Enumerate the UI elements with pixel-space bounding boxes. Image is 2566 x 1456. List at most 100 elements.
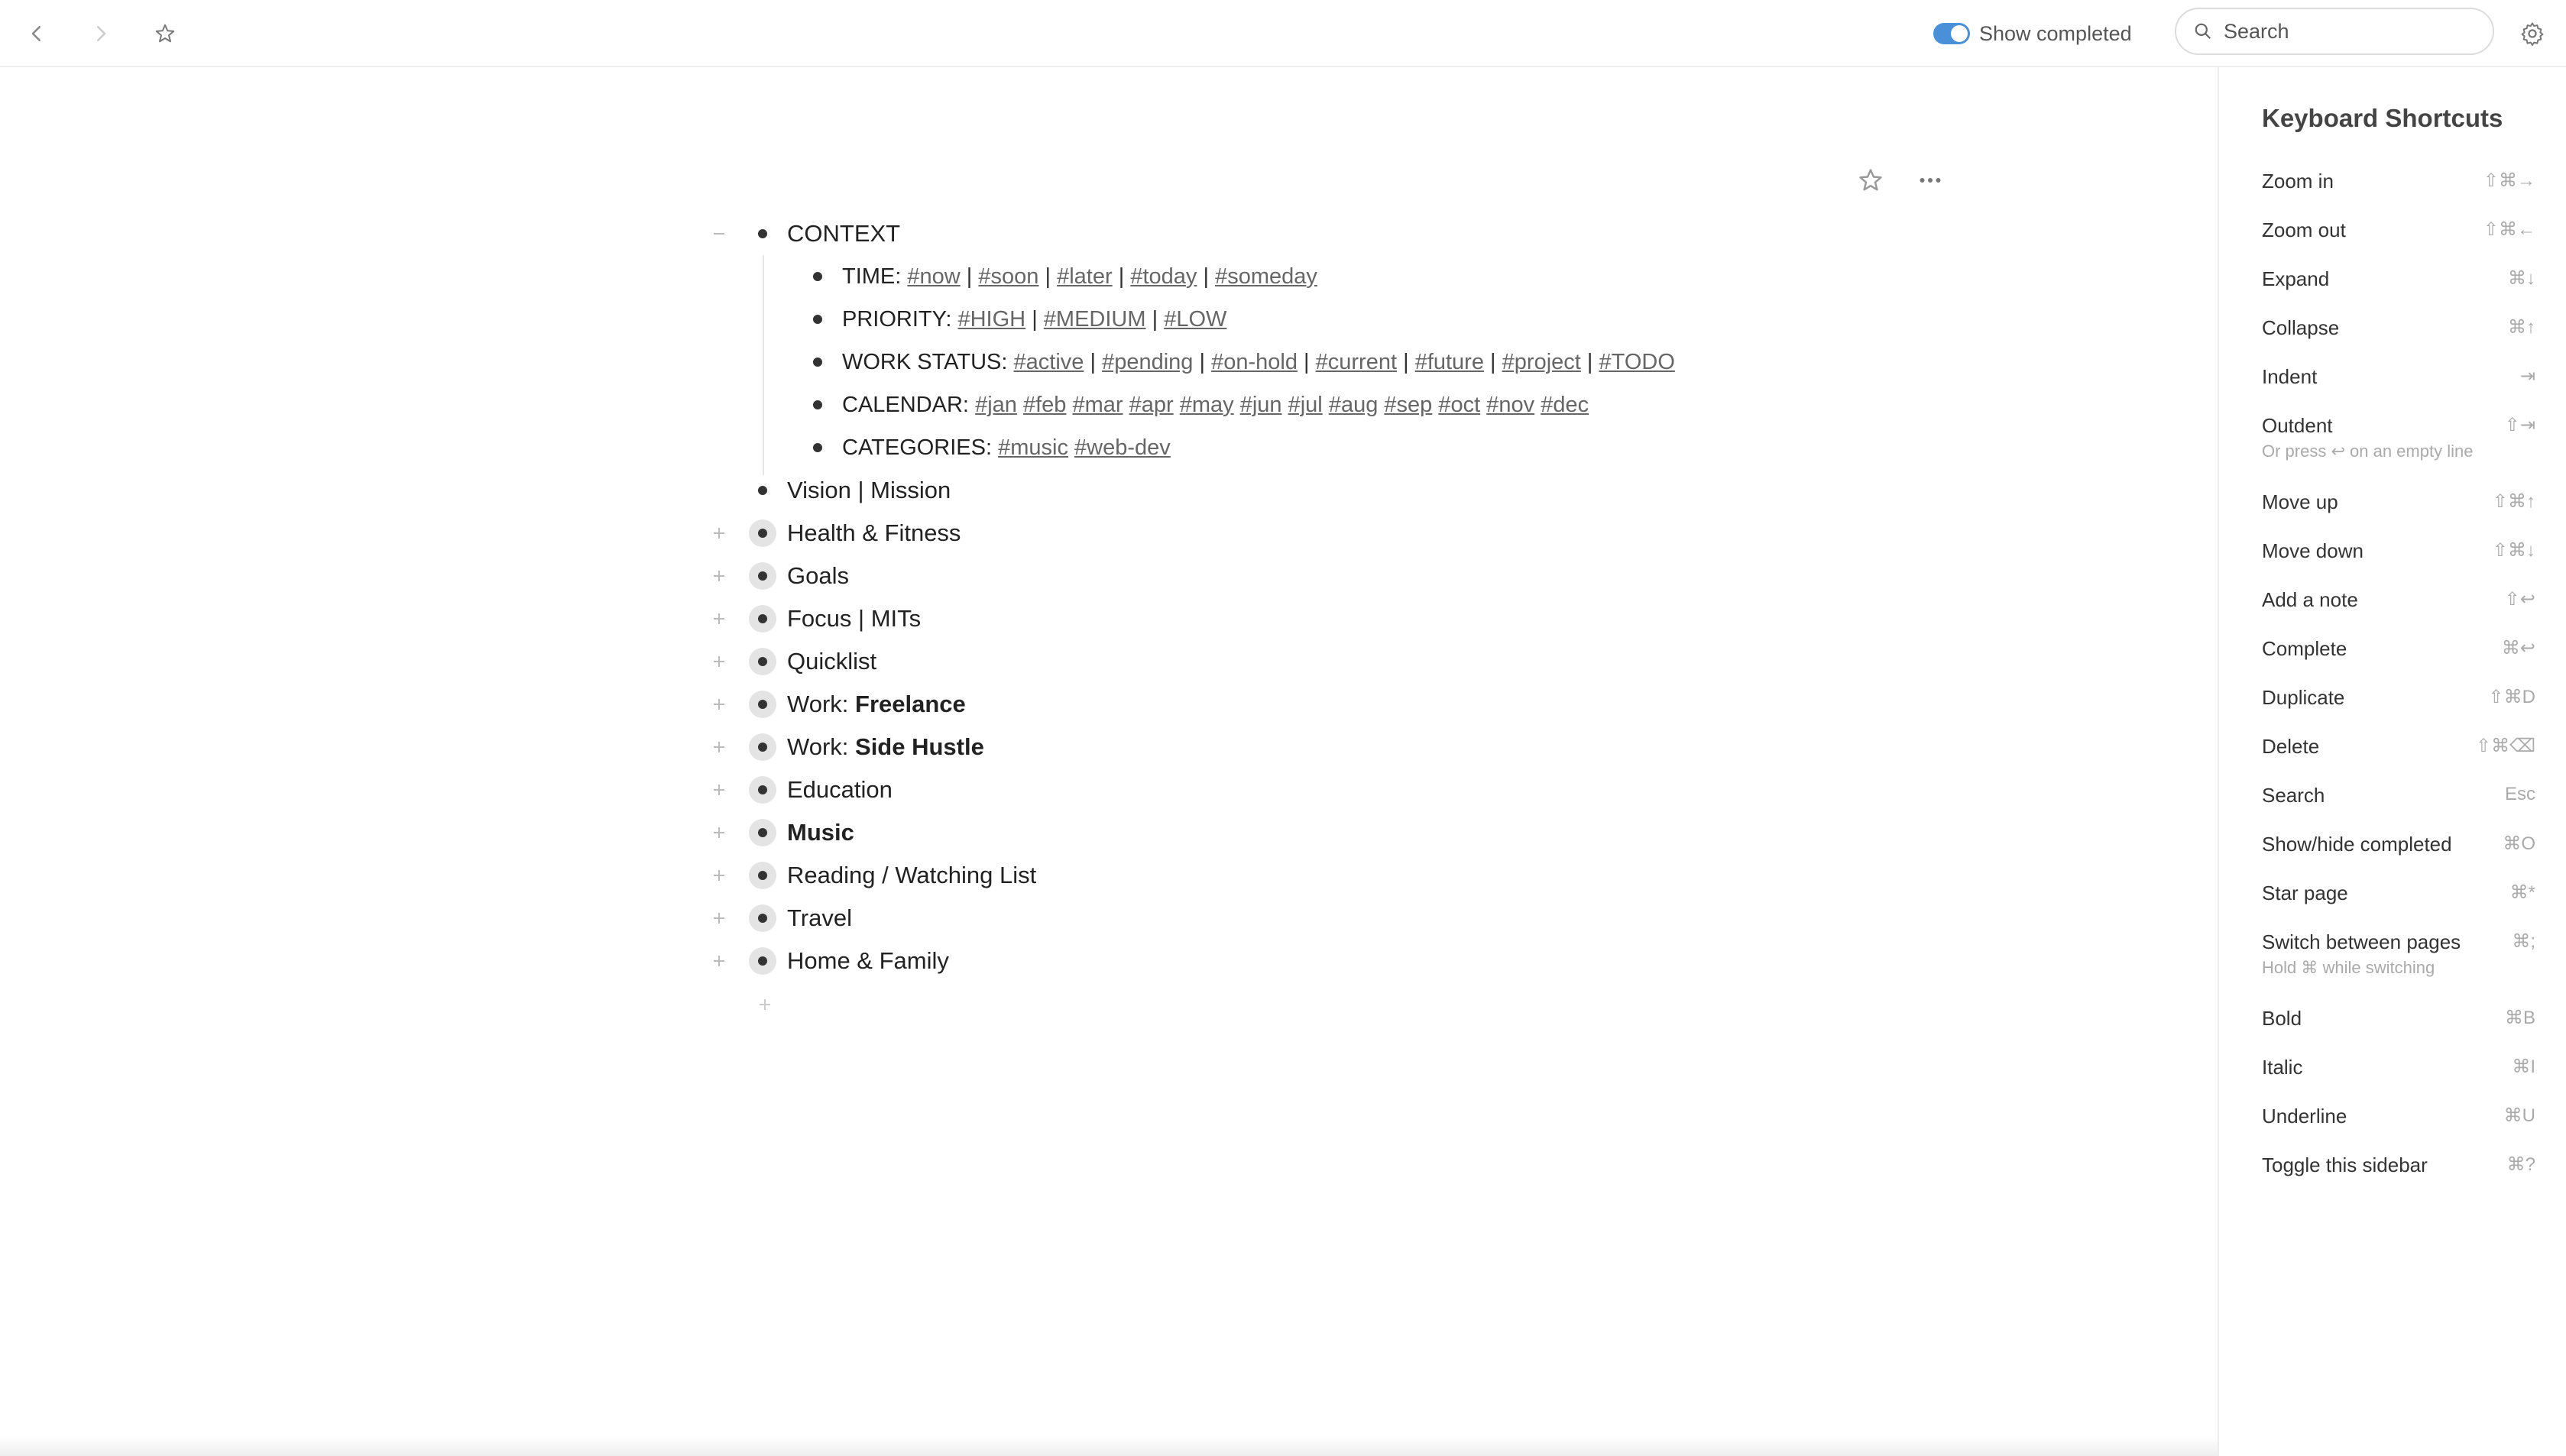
item-text[interactable]: Health & Fitness <box>787 519 961 547</box>
bullet-collapsed[interactable] <box>749 648 776 675</box>
tag-link[interactable]: #now <box>907 264 960 289</box>
tag-link[interactable]: #future <box>1415 350 1484 374</box>
tag-link[interactable]: #current <box>1316 350 1397 374</box>
expand-toggle[interactable] <box>711 910 727 927</box>
outline-item-priority: PRIORITY: #HIGH | #MEDIUM | #LOW <box>711 298 1857 341</box>
settings-button[interactable] <box>2514 15 2551 52</box>
bullet-collapsed[interactable] <box>749 819 776 846</box>
item-text[interactable]: TIME: #now | #soon | #later | #today | #… <box>842 264 1317 290</box>
star-page-button[interactable] <box>147 15 183 52</box>
item-text[interactable]: Work: Freelance <box>787 691 966 718</box>
item-text[interactable]: CONTEXT <box>787 220 900 248</box>
star-icon <box>155 24 175 43</box>
bullet-collapsed[interactable] <box>749 519 776 547</box>
bullet[interactable] <box>804 263 831 290</box>
tag-link[interactable]: #nov <box>1486 393 1534 417</box>
tag-link[interactable]: #sep <box>1384 393 1432 417</box>
bullet-collapsed[interactable] <box>749 904 776 932</box>
expand-toggle[interactable] <box>711 953 727 969</box>
item-text[interactable]: Travel <box>787 904 852 932</box>
back-button[interactable] <box>18 15 55 52</box>
expand-toggle[interactable] <box>711 739 727 756</box>
tag-link[interactable]: #on-hold <box>1211 350 1298 374</box>
add-item-button[interactable] <box>757 996 773 1013</box>
bullet-collapsed[interactable] <box>749 562 776 590</box>
tag-link[interactable]: #oct <box>1438 393 1480 417</box>
bullet-collapsed[interactable] <box>749 691 776 718</box>
item-text[interactable]: WORK STATUS: #active | #pending | #on-ho… <box>842 350 1675 375</box>
expand-toggle[interactable] <box>711 653 727 670</box>
bullet-collapsed[interactable] <box>749 862 776 889</box>
expand-toggle[interactable] <box>711 610 727 627</box>
tag-link[interactable]: #soon <box>978 264 1038 289</box>
shortcut-key: ⌘* <box>2509 882 2535 903</box>
toggle-switch[interactable] <box>1933 23 1970 44</box>
star-item-button[interactable] <box>1852 162 1889 199</box>
item-text[interactable]: Focus | MITs <box>787 605 921 633</box>
tag-link[interactable]: #dec <box>1541 393 1589 417</box>
tag-link[interactable]: #pending <box>1102 350 1193 374</box>
search-box[interactable] <box>2175 8 2494 55</box>
tag-link[interactable]: #feb <box>1023 393 1066 417</box>
tag-link[interactable]: #music <box>998 435 1068 460</box>
collapse-toggle[interactable] <box>711 225 727 242</box>
tag-link[interactable]: #someday <box>1215 264 1317 289</box>
tag-link[interactable]: #jan <box>975 393 1017 417</box>
bullet[interactable] <box>749 220 776 248</box>
tag-link[interactable]: #jul <box>1288 393 1323 417</box>
item-text[interactable]: PRIORITY: #HIGH | #MEDIUM | #LOW <box>842 307 1226 332</box>
item-text[interactable]: Education <box>787 776 893 804</box>
bullet[interactable] <box>804 348 831 376</box>
bullet-collapsed[interactable] <box>749 776 776 804</box>
shortcut-row: Star page ⌘* <box>2262 869 2535 918</box>
tag-link[interactable]: #web-dev <box>1074 435 1171 460</box>
tag-link[interactable]: #LOW <box>1164 307 1226 332</box>
item-text[interactable]: CALENDAR: #jan #feb #mar #apr #may #jun … <box>842 393 1589 418</box>
music-bold: Music <box>787 819 854 846</box>
bullet-collapsed[interactable] <box>749 733 776 761</box>
bullet[interactable] <box>804 391 831 419</box>
item-text[interactable]: CATEGORIES: #music #web-dev <box>842 435 1171 461</box>
expand-toggle[interactable] <box>711 781 727 798</box>
star-icon <box>1859 169 1882 191</box>
bullet-collapsed[interactable] <box>749 947 776 975</box>
tag-link[interactable]: #HIGH <box>957 307 1025 332</box>
work-prefix: Work: <box>787 733 849 760</box>
expand-toggle[interactable] <box>711 525 727 542</box>
item-text[interactable]: Reading / Watching List <box>787 862 1036 889</box>
item-text[interactable]: Vision | Mission <box>787 477 951 504</box>
more-options-button[interactable] <box>1912 162 1949 199</box>
item-text[interactable]: Work: Side Hustle <box>787 733 984 761</box>
expand-toggle[interactable] <box>711 568 727 584</box>
tag-link[interactable]: #aug <box>1329 393 1379 417</box>
tag-link[interactable]: #later <box>1057 264 1113 289</box>
expand-toggle[interactable] <box>711 867 727 884</box>
forward-button[interactable] <box>83 15 119 52</box>
tag-link[interactable]: #MEDIUM <box>1044 307 1146 332</box>
bullet[interactable] <box>804 434 831 461</box>
tag-link[interactable]: #project <box>1502 350 1581 374</box>
tag-link[interactable]: #may <box>1180 393 1234 417</box>
item-text[interactable]: Quicklist <box>787 648 876 675</box>
bullet[interactable] <box>749 477 776 504</box>
tag-link[interactable]: #apr <box>1129 393 1174 417</box>
shortcut-row: Zoom in ⇧⌘→ <box>2262 157 2535 206</box>
show-completed-toggle[interactable]: Show completed <box>1933 17 2132 50</box>
tag-link[interactable]: #mar <box>1072 393 1123 417</box>
search-input[interactable] <box>2222 18 2470 44</box>
item-text[interactable]: Home & Family <box>787 947 949 975</box>
bullet-collapsed[interactable] <box>749 605 776 633</box>
expand-toggle[interactable] <box>711 824 727 841</box>
tag-link[interactable]: #active <box>1014 350 1084 374</box>
bullet[interactable] <box>804 306 831 333</box>
tag-link[interactable]: #jun <box>1240 393 1282 417</box>
work-side-hustle-bold: Side Hustle <box>855 733 984 760</box>
tag-link[interactable]: #TODO <box>1599 350 1675 374</box>
item-text[interactable]: Music <box>787 819 854 846</box>
tag-link[interactable]: #today <box>1130 264 1197 289</box>
expand-toggle[interactable] <box>711 696 727 713</box>
item-text[interactable]: Goals <box>787 562 849 590</box>
shortcut-key: ⌘O <box>2503 833 2535 854</box>
shortcut-key: ⌘U <box>2503 1105 2535 1126</box>
shortcut-key: ⌘? <box>2506 1154 2535 1175</box>
